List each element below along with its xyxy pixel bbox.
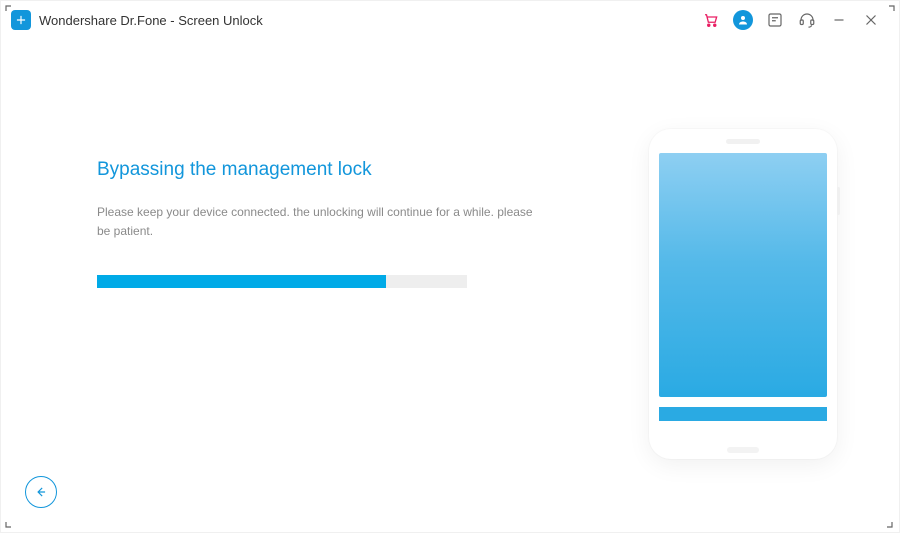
corner-decoration	[5, 5, 15, 15]
minimize-button[interactable]	[829, 10, 849, 30]
feedback-icon[interactable]	[765, 10, 785, 30]
phone-screen	[659, 153, 827, 397]
corner-decoration	[885, 5, 895, 15]
close-button[interactable]	[861, 10, 881, 30]
titlebar: Wondershare Dr.Fone - Screen Unlock	[1, 1, 899, 39]
user-avatar-icon	[733, 10, 753, 30]
status-subtext: Please keep your device connected. the u…	[97, 203, 537, 241]
status-panel: Bypassing the management lock Please kee…	[97, 159, 537, 288]
status-heading: Bypassing the management lock	[97, 159, 537, 181]
phone-side-button	[837, 187, 840, 215]
phone-nav-bar	[659, 407, 827, 421]
progress-bar	[97, 275, 467, 288]
progress-fill	[97, 275, 386, 288]
device-illustration	[649, 129, 837, 459]
app-window: Wondershare Dr.Fone - Screen Unlock	[0, 0, 900, 533]
back-button[interactable]	[25, 476, 57, 508]
account-button[interactable]	[733, 10, 753, 30]
content-area: Bypassing the management lock Please kee…	[1, 39, 899, 532]
titlebar-actions	[701, 10, 889, 30]
app-title: Wondershare Dr.Fone - Screen Unlock	[39, 13, 263, 28]
support-icon[interactable]	[797, 10, 817, 30]
cart-icon[interactable]	[701, 10, 721, 30]
